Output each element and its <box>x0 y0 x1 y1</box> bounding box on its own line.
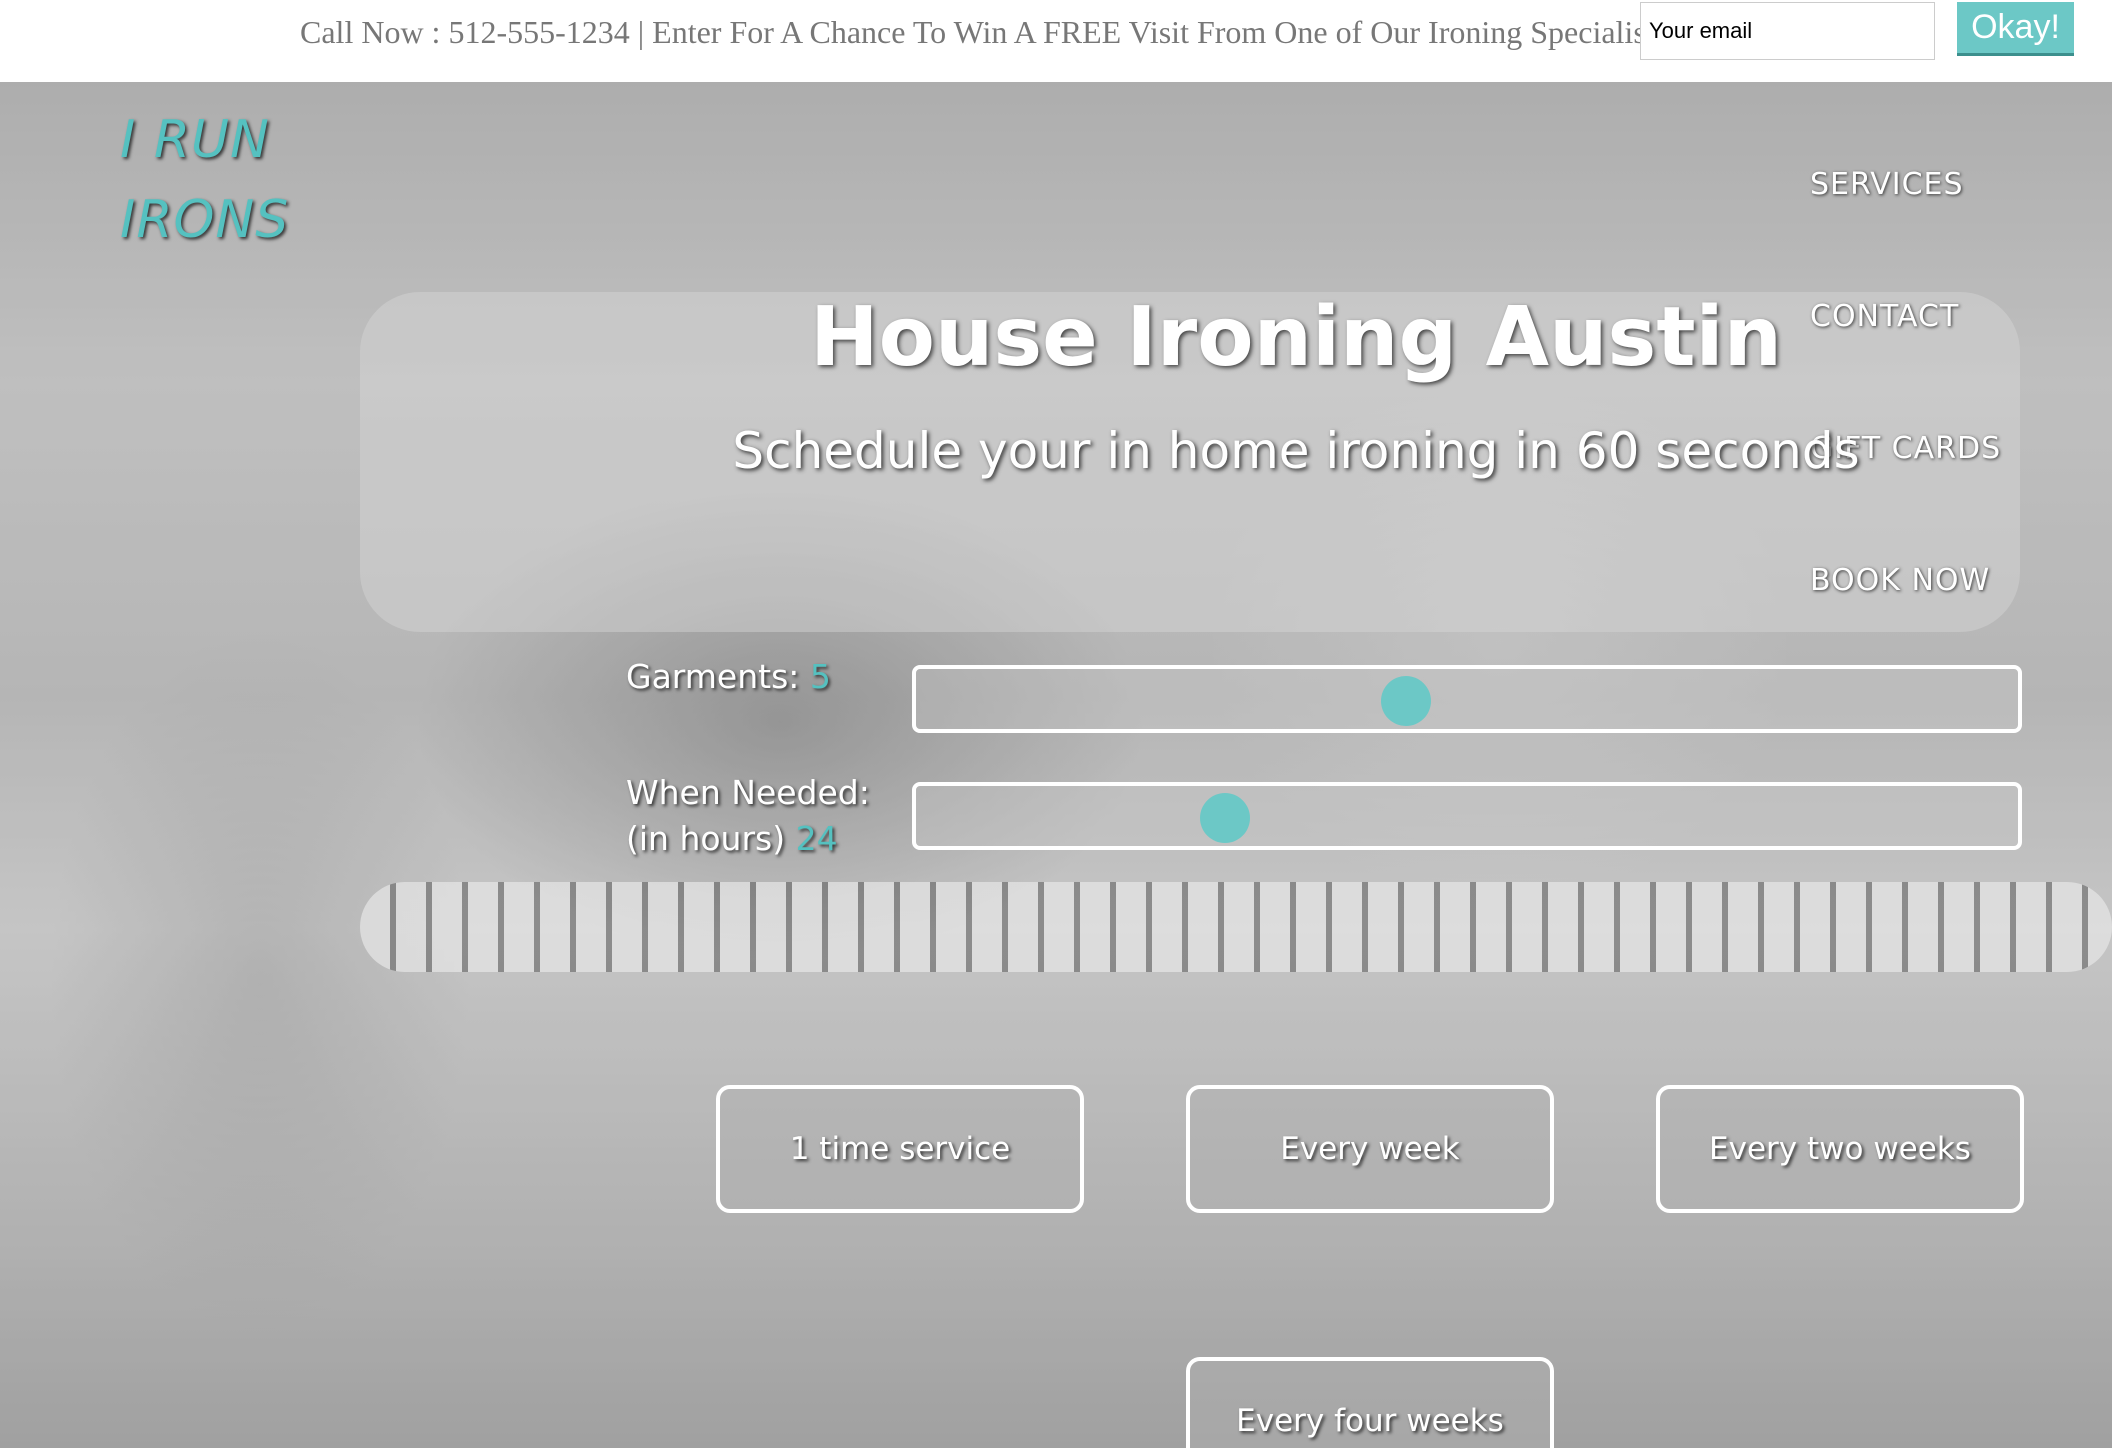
page-subtitle: Schedule your in home ironing in 60 seco… <box>732 422 1860 480</box>
every-two-weeks-button[interactable]: Every two weeks <box>1656 1085 2024 1213</box>
when-needed-value: 24 <box>795 819 838 858</box>
when-needed-label-line1: When Needed: <box>626 773 870 812</box>
hero-section: I RUN IRONS SERVICES CONTACT GIFT CARDS … <box>0 82 2112 1448</box>
okay-button[interactable]: Okay! <box>1957 2 2074 56</box>
garments-label-text: Garments: <box>626 657 800 696</box>
every-four-weeks-button[interactable]: Every four weeks <box>1186 1357 1554 1448</box>
nav-services[interactable]: SERVICES <box>1810 167 2001 299</box>
when-needed-slider-thumb[interactable] <box>1199 793 1250 843</box>
garments-label: Garments: 5 <box>626 654 831 700</box>
when-needed-label: When Needed: (in hours) 24 <box>626 770 870 862</box>
garments-slider-thumb[interactable] <box>1381 676 1432 726</box>
site-logo[interactable]: I RUN IRONS <box>120 100 289 260</box>
email-input[interactable] <box>1640 2 1935 60</box>
page-title: House Ironing Austin <box>809 290 1783 385</box>
garments-value: 5 <box>809 657 831 696</box>
logo-line-1: I RUN <box>120 110 270 170</box>
when-needed-label-line2: (in hours) <box>626 819 786 858</box>
when-needed-slider[interactable] <box>912 782 2022 850</box>
garments-slider[interactable] <box>912 665 2022 733</box>
one-time-service-button[interactable]: 1 time service <box>716 1085 1084 1213</box>
logo-line-2: IRONS <box>120 190 290 250</box>
top-bar: Call Now : 512-555-1234 | Enter For A Ch… <box>0 0 2112 82</box>
hero-overlay <box>0 82 2112 1448</box>
promo-text: Call Now : 512-555-1234 | Enter For A Ch… <box>300 14 1655 50</box>
every-week-button[interactable]: Every week <box>1186 1085 1554 1213</box>
